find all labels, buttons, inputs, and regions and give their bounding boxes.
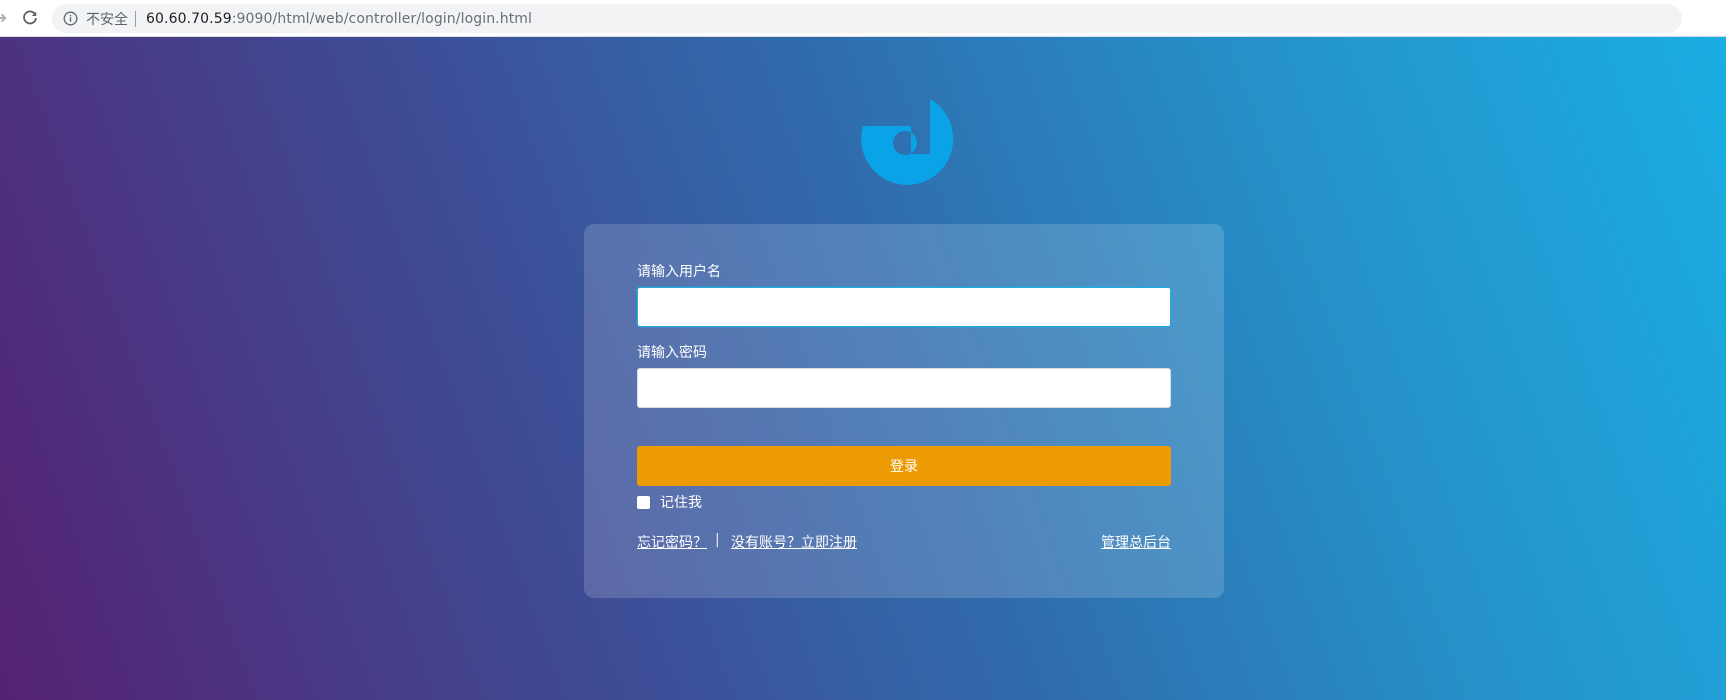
security-status[interactable]: 不安全 [86,9,128,29]
remember-me[interactable]: 记住我 [637,492,702,512]
reload-icon [23,10,37,25]
admin-console-link[interactable]: 管理总后台 [1101,532,1171,552]
login-button[interactable]: 登录 [637,446,1171,486]
address-bar[interactable]: 不安全 60.60.70.59:9090/html/web/controller… [52,4,1682,33]
reload-button[interactable] [18,6,42,30]
brand-logo-icon [861,99,954,185]
url-text[interactable]: 60.60.70.59:9090/html/web/controller/log… [146,11,532,27]
register-link[interactable]: 没有账号？立即注册 [731,532,857,552]
remember-checkbox[interactable] [637,495,650,509]
forgot-password-link[interactable]: 忘记密码？ [637,532,707,552]
password-input[interactable] [637,368,1171,408]
username-label: 请输入用户名 [637,264,721,280]
login-page: 请输入用户名 请输入密码 登录 记住我 忘记密码？ | 没有账号？立即注册 管理… [0,37,1726,700]
info-icon[interactable] [62,11,78,27]
forward-arrow-icon[interactable]: ➜ [0,9,8,27]
login-card: 请输入用户名 请输入密码 登录 记住我 忘记密码？ | 没有账号？立即注册 管理… [584,224,1224,598]
auth-links: 忘记密码？ | 没有账号？立即注册 管理总后台 [637,532,1171,552]
url-path: :9090/html/web/controller/login/login.ht… [231,10,533,27]
url-host: 60.60.70.59 [146,10,232,27]
remember-label[interactable]: 记住我 [660,492,702,512]
link-separator: | [715,532,720,548]
omnibox-divider [135,10,136,27]
browser-toolbar: ➜ 不安全 60.60.70.59:9090/html/web/controll… [0,0,1726,37]
username-input[interactable] [637,287,1171,327]
password-label: 请输入密码 [637,345,707,361]
